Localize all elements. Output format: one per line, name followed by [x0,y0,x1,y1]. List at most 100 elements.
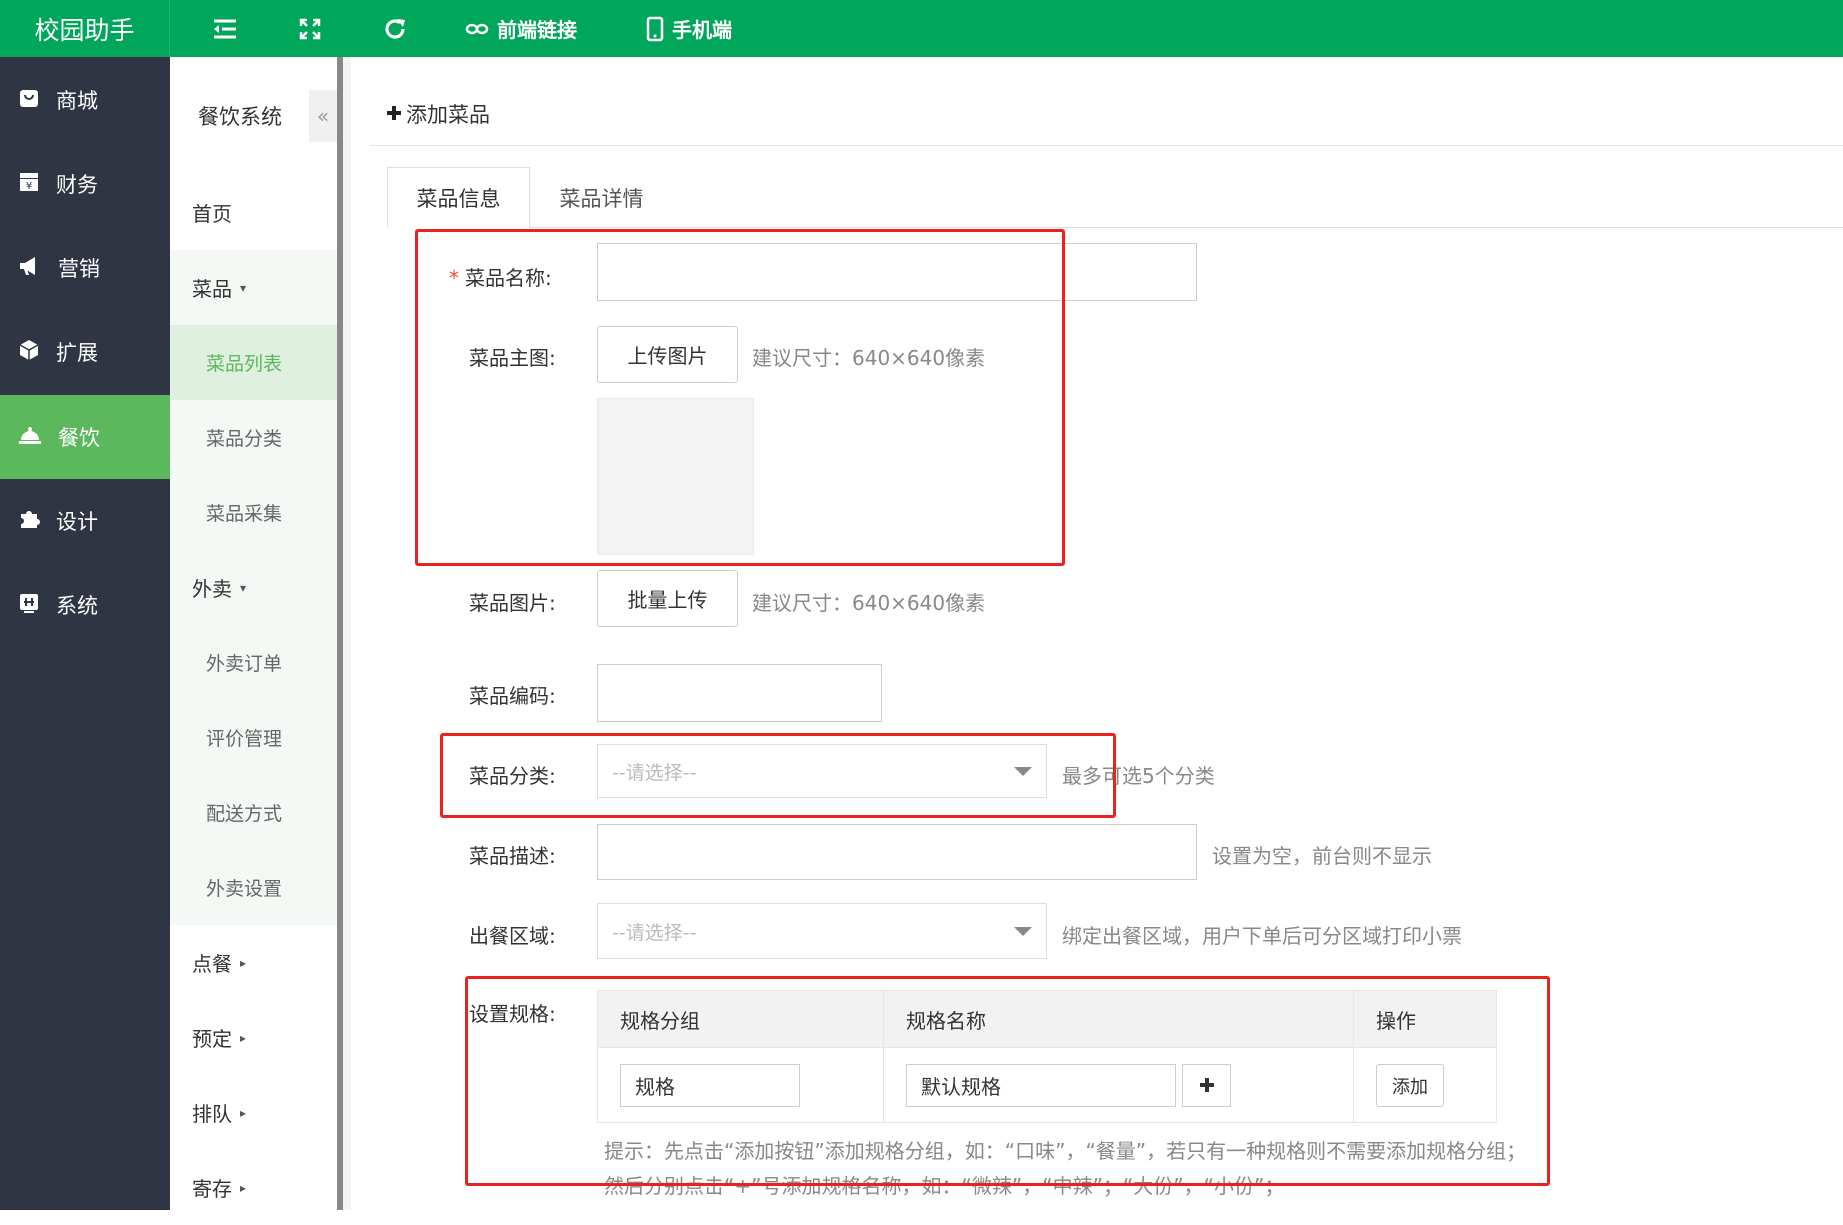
required-mark: * [449,266,459,290]
dish-code-input[interactable] [597,664,882,722]
caret-right-icon: ▸ [240,1105,247,1120]
subnav-group-label: 点餐 [192,952,232,976]
page-title: 添加菜品 [386,99,490,129]
spec-label: 设置规格: [469,1002,556,1026]
batch-upload-button[interactable]: 批量上传 [597,570,738,627]
subnav-item-dish-list[interactable]: 菜品列表 [170,325,337,400]
collapse-sidebar-button[interactable]: « [309,90,337,142]
plus-icon [386,102,402,126]
spec-cell-group: 规格 [598,1047,884,1123]
link-icon [465,22,489,36]
dish-category-placeholder: --请选择-- [612,761,697,784]
subnav-item-label: 评价管理 [206,728,283,750]
main-image-preview[interactable] [597,398,754,555]
serving-area-select[interactable]: --请选择-- [597,903,1047,959]
app-logo[interactable]: 校园助手 [0,0,170,57]
upload-image-button[interactable]: 上传图片 [597,326,738,383]
main-image-hint: 建议尺寸：640×640像素 [752,346,986,370]
shop-icon [18,87,40,114]
content-gutter [343,57,351,1210]
dish-category-hint: 最多可选5个分类 [1062,764,1215,788]
subnav-item-reviews[interactable]: 评价管理 [170,700,337,775]
sidebar-item-marketing[interactable]: 营销 [0,226,170,310]
subnav-item-delivery[interactable]: 配送方式 [170,775,337,850]
sidebar-item-label: 扩展 [56,341,98,365]
dish-name-input[interactable] [597,243,1197,301]
add-spec-name-button[interactable] [1182,1064,1231,1107]
spec-tip-line-2: 然后分别点击“+”号添加规格名称，如：“微辣”，“中辣”；“大份”，“小份”； [604,1174,1285,1198]
sidebar-item-system[interactable]: 系统 [0,563,170,647]
fullscreen-button[interactable] [298,0,322,57]
dish-name-label-text: 菜品名称: [465,266,552,290]
frontend-link-label: 前端链接 [497,18,577,42]
dish-name-label: * 菜品名称: [449,262,552,291]
spec-group-input[interactable]: 规格 [620,1064,800,1107]
subnav-group-storage[interactable]: 寄存 ▸ [170,1150,337,1225]
cube-icon [18,339,40,366]
refresh-button[interactable] [382,0,408,57]
menu-indent-icon [212,18,238,40]
svg-text:¥: ¥ [26,181,32,192]
mobile-icon [646,16,664,42]
sidebar-item-shop[interactable]: 商城 [0,58,170,142]
spec-header-action: 操作 [1354,991,1496,1047]
frontend-link-button[interactable]: 前端链接 [465,0,577,57]
main-image-label: 菜品主图: [469,346,556,370]
dish-category-label: 菜品分类: [469,764,556,788]
sidebar-item-label: 营销 [58,257,100,281]
subnav-item-takeout-settings[interactable]: 外卖设置 [170,850,337,925]
page-title-text: 添加菜品 [406,103,490,127]
subnav-item-dish-category[interactable]: 菜品分类 [170,400,337,475]
sidebar-item-design[interactable]: 设计 [0,479,170,563]
subnav-item-label: 菜品采集 [206,503,283,525]
spec-tip-line-1: 提示：先点击“添加按钮”添加规格分组，如：“口味”，“餐量”，若只有一种规格则不… [604,1139,1527,1163]
dish-description-input[interactable] [597,824,1197,880]
system-icon [18,592,40,619]
refresh-icon [382,16,408,42]
dish-category-select[interactable]: --请选择-- [597,744,1047,798]
mobile-label: 手机端 [672,18,732,42]
subnav-group-dishes[interactable]: 菜品 ▾ [170,250,337,325]
tab-dish-detail[interactable]: 菜品详情 [530,167,673,228]
caret-right-icon: ▸ [240,1030,247,1045]
caret-down-icon: ▾ [240,580,247,595]
subnav-group-label: 排队 [192,1102,232,1126]
dish-description-hint: 设置为空，前台则不显示 [1212,844,1432,868]
subnav-group-takeout[interactable]: 外卖 ▾ [170,550,337,625]
dropdown-arrow-icon [1014,767,1032,776]
puzzle-icon [18,508,40,535]
spec-header-group: 规格分组 [598,991,884,1047]
spec-cell-action: 添加 [1354,1047,1496,1123]
subnav-item-takeout-orders[interactable]: 外卖订单 [170,625,337,700]
mobile-button[interactable]: 手机端 [646,0,732,57]
megaphone-icon [18,255,42,282]
caret-right-icon: ▸ [240,955,247,970]
spec-table: 规格分组 规格名称 操作 规格 默认规格 添加 [597,990,1497,1123]
subnav-group-reserve[interactable]: 预定 ▸ [170,1000,337,1075]
sidebar-item-finance[interactable]: ¥ 财务 [0,142,170,226]
subnav-item-label: 菜品列表 [206,353,283,375]
sidebar-item-catering[interactable]: 餐饮 [0,395,170,479]
subnav-group-label: 菜品 [192,277,232,301]
menu-indent-button[interactable] [212,0,238,57]
caret-down-icon: ▾ [240,280,247,295]
spec-name-input[interactable]: 默认规格 [906,1064,1176,1107]
subnav-group-order[interactable]: 点餐 ▸ [170,925,337,1000]
dish-images-hint: 建议尺寸：640×640像素 [752,591,986,615]
subnav-group-queue[interactable]: 排队 ▸ [170,1075,337,1150]
tab-dish-info[interactable]: 菜品信息 [387,167,530,228]
spec-header-name: 规格名称 [884,991,1354,1047]
dish-description-label: 菜品描述: [469,844,556,868]
top-bar [0,0,1843,57]
subnav-item-dish-collect[interactable]: 菜品采集 [170,475,337,550]
add-spec-group-button[interactable]: 添加 [1376,1064,1444,1107]
serving-area-placeholder: --请选择-- [612,921,697,944]
subnav-group-label: 寄存 [192,1177,232,1201]
finance-icon: ¥ [18,171,40,198]
sidebar-item-extension[interactable]: 扩展 [0,310,170,394]
subnav-home[interactable]: 首页 [170,175,337,250]
subnav-item-label: 外卖设置 [206,878,283,900]
plus-icon [1199,1074,1215,1098]
subnav-item-label: 外卖订单 [206,653,283,675]
sidebar-item-label: 系统 [56,594,98,618]
